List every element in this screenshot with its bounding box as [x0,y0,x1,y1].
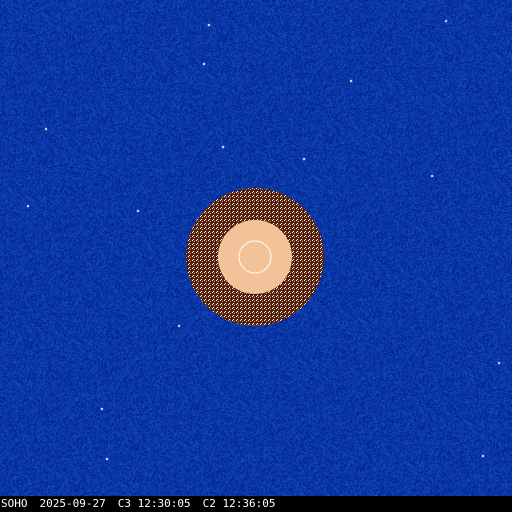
caption-bar: SOHO 2025-09-27 C3 12:30:05 C2 12:36:05 [0,496,512,512]
sky-background [0,0,512,496]
occulter-overlay [186,188,324,326]
caption-text: SOHO 2025-09-27 C3 12:30:05 C2 12:36:05 [1,497,287,511]
date-label: 2025-09-27 [39,497,106,510]
c2-time-label: C2 12:36:05 [202,497,276,510]
coronagraph-image: SOHO 2025-09-27 C3 12:30:05 C2 12:36:05 [0,0,512,512]
c3-time-label: C3 12:30:05 [117,497,191,510]
occulting-disk [218,220,292,294]
observatory-label: SOHO [1,497,28,510]
